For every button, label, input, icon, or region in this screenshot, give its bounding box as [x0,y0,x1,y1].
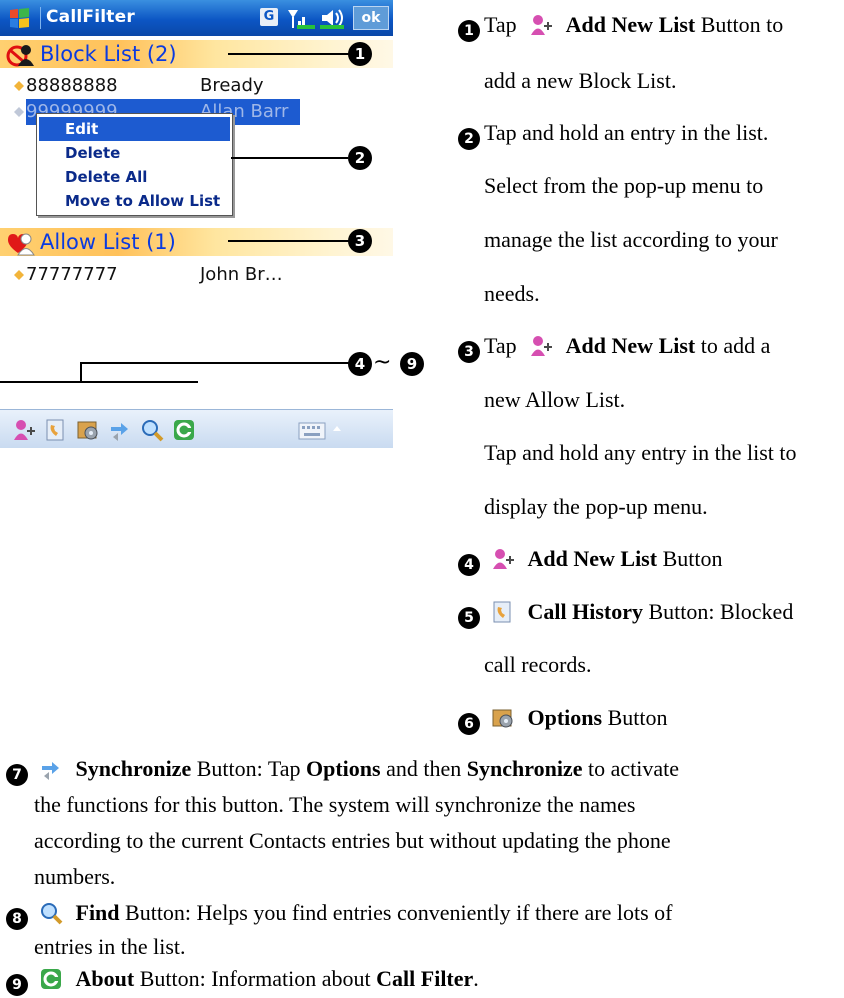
menu-item-edit[interactable]: Edit [39,117,230,141]
step-number-5: 5 [458,607,480,629]
network-indicator[interactable]: G [260,8,278,26]
callout-1-line [228,53,350,55]
instruction-7: 7 Synchronize Button: Tap Options and th… [6,756,679,786]
options-icon [492,709,513,728]
block-list-icon [6,45,34,67]
block-entry-1[interactable]: 88888888 Bready [0,73,393,99]
instruction-8-line2: entries in the list. [34,934,186,959]
synchronize-icon[interactable] [108,418,132,442]
instruction-3-line2: new Allow List. [484,387,626,412]
add-new-list-icon [531,15,553,35]
entry-bullet-icon [14,107,24,117]
entry-number: 77777777 [26,264,118,285]
instruction-1-line2: add a new Block List. [484,68,677,93]
instruction-5: 5 Call History Button: Blocked [458,599,793,629]
title-separator [40,7,41,29]
block-list-label: Block List (2) [40,42,177,66]
entry-bullet-icon [14,270,24,280]
menu-item-delete-all[interactable]: Delete All [39,165,230,189]
bracket-bottom [0,381,198,383]
instruction-2: 2 Tap and hold an entry in the list. [458,120,768,150]
allow-list-icon [8,233,35,256]
instruction-7-line4: numbers. [34,864,116,889]
entry-name: John Br… [200,264,283,285]
step-number-4: 4 [458,554,480,576]
pda-screenshot: CallFilter G ok Block List (2) 1 8888888… [0,0,393,448]
keyboard-icon[interactable] [298,422,326,440]
callout-1: 1 [348,42,372,66]
instruction-3-line4: display the pop-up menu. [484,494,708,519]
add-new-list-icon [493,549,514,569]
callout-9: 9 [400,352,424,376]
about-icon[interactable] [172,418,196,442]
call-history-icon [493,601,511,623]
step-number-6: 6 [458,713,480,735]
instruction-5-line2: call records. [484,652,592,677]
instruction-1: 1 Tap Add New List Button to [458,12,783,42]
callout-4: 4 [348,352,372,376]
instruction-7-line3: according to the current Contacts entrie… [34,828,671,853]
step-number-7: 7 [6,764,28,786]
step-number-1: 1 [458,20,480,42]
instruction-4: 4 Add New List Button [458,546,722,576]
ok-button[interactable]: ok [353,6,389,30]
instruction-2-line4: needs. [484,281,540,306]
step-number-3: 3 [458,341,480,363]
instruction-9: 9 About Button: Information about Call F… [6,966,479,996]
instruction-2-line3: manage the list according to your [484,227,778,252]
callout-3-line [228,240,350,242]
app-title: CallFilter [46,7,135,27]
callout-2-line [231,157,348,159]
find-icon[interactable] [140,418,164,442]
step-number-9: 9 [6,974,28,996]
allow-list-label: Allow List (1) [40,230,176,254]
synchronize-icon [42,762,59,780]
add-new-list-icon[interactable] [12,418,36,442]
instruction-6: 6 Options Button [458,705,668,735]
menu-item-delete[interactable]: Delete [39,141,230,165]
entry-number: 88888888 [26,75,118,96]
add-new-list-icon [531,336,553,356]
instruction-2-line2: Select from the pop-up menu to [484,173,764,198]
instruction-3: 3 Tap Add New List to add a [458,333,770,363]
instruction-8: 8 Find Button: Helps you find entries co… [6,900,672,930]
volume-icon[interactable] [318,6,346,30]
callout-2: 2 [348,146,372,170]
bracket-left [80,362,82,382]
title-bar: CallFilter G ok [0,0,393,36]
instruction-3-line3: Tap and hold any entry in the list to [484,440,797,465]
signal-strength-icon[interactable] [286,6,316,30]
callout-tilde: ~ [373,350,392,375]
windows-start-icon[interactable] [6,6,34,32]
about-icon [41,969,61,989]
popup-menu: Edit Delete Delete All Move to Allow Lis… [36,113,233,216]
entry-name: Bready [200,75,264,96]
bracket-top [80,362,350,364]
allow-list-header[interactable]: Allow List (1) [0,228,393,256]
bottom-toolbar [0,409,393,448]
options-icon[interactable] [76,418,100,442]
caret-up-icon[interactable] [332,424,342,434]
step-number-2: 2 [458,128,480,150]
callout-3: 3 [348,229,372,253]
instruction-7-line2: the functions for this button. The syste… [34,792,636,817]
menu-item-move-to-allow-list[interactable]: Move to Allow List [39,189,230,213]
find-icon [41,903,63,925]
call-history-icon[interactable] [44,418,68,442]
entry-bullet-icon [14,81,24,91]
allow-entry-1[interactable]: 77777777 John Br… [0,262,393,288]
step-number-8: 8 [6,908,28,930]
